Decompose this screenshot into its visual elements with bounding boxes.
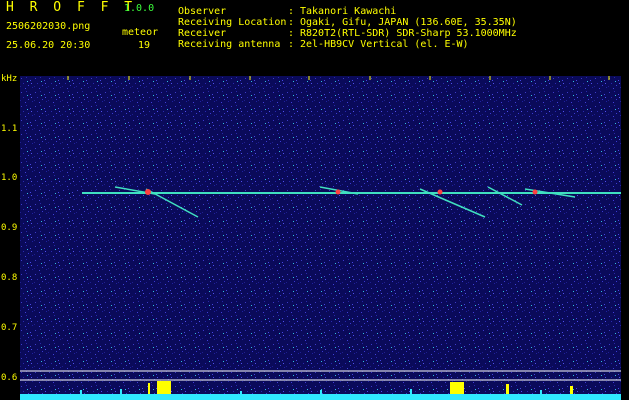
spectrogram-canvas <box>20 76 621 400</box>
info-sep: : <box>288 28 295 39</box>
y-tick-label: 0.9 <box>1 223 18 233</box>
info-key-receiver: Receiver <box>178 28 227 39</box>
info-value-observer: Takanori Kawachi <box>300 6 397 17</box>
app-title: H R O F F T <box>6 0 137 15</box>
meteor-count-label: meteor <box>122 27 159 38</box>
observation-datetime: 25.06.20 20:30 <box>6 40 91 51</box>
info-sep: : <box>288 17 295 28</box>
y-axis-unit: kHz <box>1 74 18 84</box>
info-sep: : <box>288 6 295 17</box>
header-panel: H R O F F T 1.0.0 2506202030.png 25.06.2… <box>0 0 629 72</box>
signal-baseline <box>20 394 621 400</box>
info-value-location: Ogaki, Gifu, JAPAN (136.60E, 35.35N) <box>300 17 517 28</box>
file-name: 2506202030.png <box>6 21 91 32</box>
app-version: 1.0.0 <box>124 3 155 14</box>
y-tick-label: 0.6 <box>1 373 18 383</box>
y-tick-label: 0.7 <box>1 323 18 333</box>
info-value-receiver: R820T2(RTL-SDR) SDR-Sharp 53.1000MHz <box>300 28 517 39</box>
info-key-location: Receiving Location <box>178 17 287 28</box>
spectrogram-plot <box>20 76 621 400</box>
y-tick-label: 1.1 <box>1 124 18 134</box>
info-value-antenna: 2el-HB9CV Vertical (el. E-W) <box>300 39 469 50</box>
noise-background <box>20 76 621 400</box>
info-sep: : <box>288 39 295 50</box>
y-tick-label: 0.8 <box>1 273 18 283</box>
y-tick-label: 1.0 <box>1 173 18 183</box>
info-key-antenna: Receiving antenna <box>178 39 281 50</box>
meteor-count-value: 19 <box>138 40 151 51</box>
info-key-observer: Observer <box>178 6 227 17</box>
